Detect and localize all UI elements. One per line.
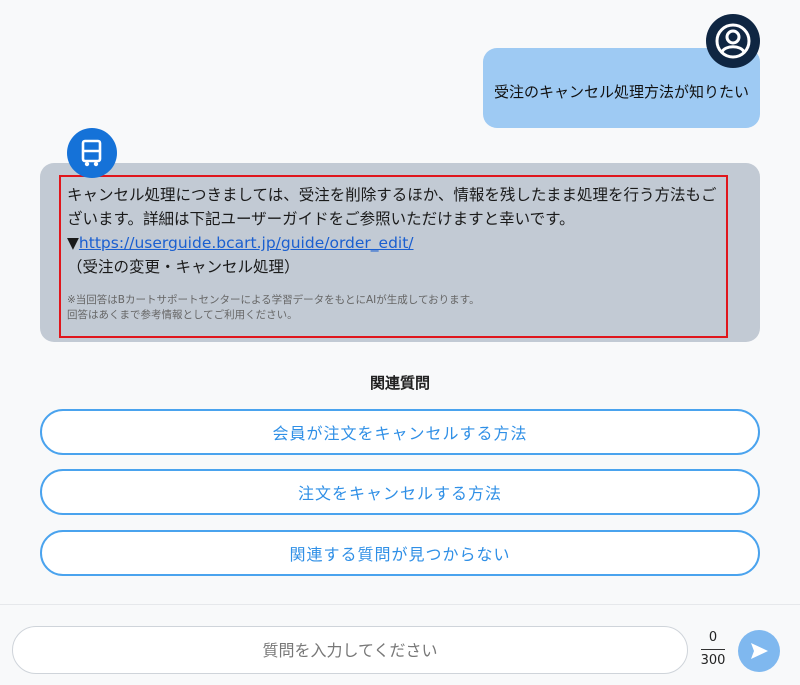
related-question-button[interactable]: 注文をキャンセルする方法	[40, 469, 760, 515]
chat-page: 受注のキャンセル処理方法が知りたい キャンセル処理につきましては、受注を削除する…	[0, 0, 800, 685]
disclaimer-line-2: 回答はあくまで参考情報としてご利用ください。	[67, 309, 298, 321]
userguide-link[interactable]: https://userguide.bcart.jp/guide/order_e…	[79, 234, 414, 252]
send-icon	[751, 643, 768, 659]
counter-divider	[701, 649, 725, 650]
related-question-button[interactable]: 会員が注文をキャンセルする方法	[40, 409, 760, 455]
user-icon	[715, 23, 751, 59]
related-question-button[interactable]: 関連する質問が見つからない	[40, 530, 760, 576]
disclaimer-line-1: ※当回答はBカートサポートセンターによる学習データをもとにAIが生成しております…	[67, 294, 480, 306]
send-button[interactable]	[738, 630, 780, 672]
char-counter: 0 300	[696, 629, 730, 670]
bot-disclaimer: ※当回答はBカートサポートセンターによる学習データをもとにAIが生成しております…	[67, 293, 720, 323]
bot-answer-text: キャンセル処理につきましては、受注を削除するほか、情報を残したまま処理を行う方法…	[67, 186, 717, 228]
bot-logo-icon	[81, 139, 102, 167]
user-avatar	[706, 14, 760, 68]
bot-answer-highlight: キャンセル処理につきましては、受注を削除するほか、情報を残したまま処理を行う方法…	[59, 175, 728, 338]
question-input[interactable]	[12, 626, 688, 674]
link-marker: ▼	[67, 234, 79, 252]
bot-link-line: ▼https://userguide.bcart.jp/guide/order_…	[67, 231, 720, 255]
bot-avatar	[67, 128, 117, 178]
char-max: 300	[700, 653, 726, 668]
user-message-text: 受注のキャンセル処理方法が知りたい	[493, 82, 749, 101]
input-bar: 0 300	[0, 605, 800, 685]
related-questions-heading: 関連質問	[369, 374, 430, 392]
char-count: 0	[708, 630, 718, 645]
bot-link-caption: （受注の変更・キャンセル処理）	[67, 258, 300, 276]
